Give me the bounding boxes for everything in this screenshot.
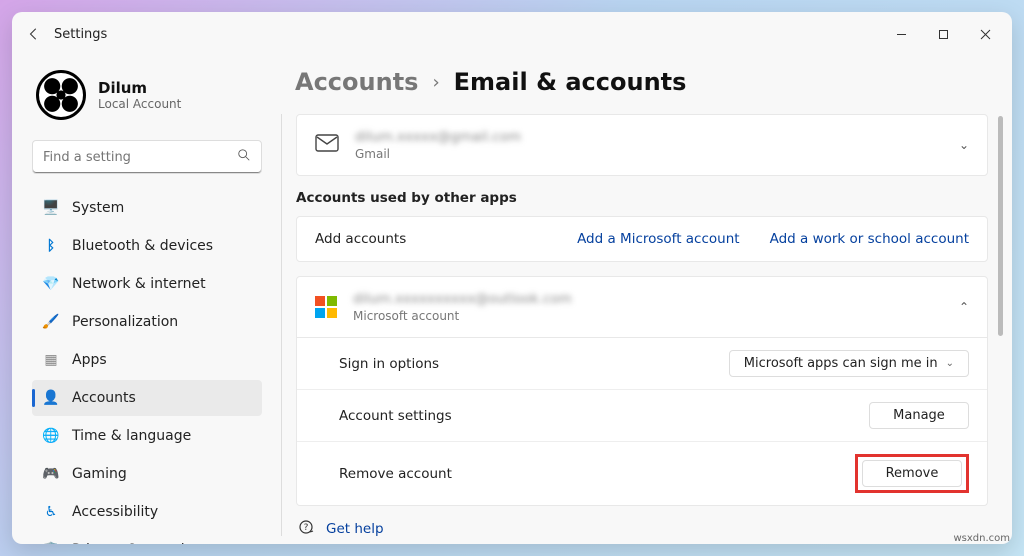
remove-button[interactable]: Remove [862,460,962,487]
sidebar-item-label: Accessibility [72,504,158,520]
main-panel: Accounts › Email & accounts dilum.xxxxx@… [270,56,1004,536]
microsoft-account-detail: Sign in options Microsoft apps can sign … [296,338,988,506]
scrollbar-thumb[interactable] [998,116,1003,336]
search-icon [237,148,251,166]
chevron-down-icon: ⌄ [959,138,969,152]
gmail-email: dilum.xxxxx@gmail.com [355,129,943,145]
sidebar-item-label: Time & language [72,428,191,444]
sidebar-item-accessibility[interactable]: ♿ Accessibility [32,494,262,530]
sidebar-item-gaming[interactable]: 🎮 Gaming [32,456,262,492]
mail-icon [315,134,339,156]
nav: 🖥️ System ᛒ Bluetooth & devices 💎 Network &… [32,190,262,544]
sidebar: Dilum Local Account 🖥️ System ᛒ Bluetooth … [20,56,270,536]
sidebar-item-apps[interactable]: ▦ Apps [32,342,262,378]
gaming-icon: 🎮 [42,466,60,482]
network-icon: 💎 [42,276,60,292]
sidebar-item-time[interactable]: 🌐 Time & language [32,418,262,454]
get-help-row[interactable]: ? Get help [296,506,988,536]
sidebar-item-privacy[interactable]: 🛡️ Privacy & security [32,532,262,544]
chevron-up-icon: ⌃ [959,300,969,314]
signin-options-row: Sign in options Microsoft apps can sign … [297,338,987,389]
sidebar-item-bluetooth[interactable]: ᛒ Bluetooth & devices [32,228,262,264]
chevron-down-icon: ⌄ [946,358,954,369]
system-icon: 🖥️ [42,200,60,216]
section-title: Accounts used by other apps [296,190,988,206]
remove-label: Remove account [339,466,855,482]
sidebar-item-label: Bluetooth & devices [72,238,213,254]
add-accounts-row: Add accounts Add a Microsoft account Add… [296,216,988,262]
signin-value: Microsoft apps can sign me in [744,356,938,371]
breadcrumb: Accounts › Email & accounts [295,60,988,114]
sidebar-item-label: Network & internet [72,276,206,292]
get-help-link[interactable]: Get help [326,521,384,536]
minimize-button[interactable] [880,18,922,50]
page-title: Email & accounts [454,68,687,96]
close-button[interactable] [964,18,1006,50]
sidebar-item-label: Privacy & security [72,542,198,544]
manage-button[interactable]: Manage [869,402,969,429]
add-microsoft-link[interactable]: Add a Microsoft account [577,231,740,247]
accessibility-icon: ♿ [42,504,60,520]
microsoft-account-row[interactable]: dilum.xxxxxxxxxx@outlook.com Microsoft a… [296,276,988,338]
gmail-account-row[interactable]: dilum.xxxxx@gmail.com Gmail ⌄ [296,114,988,176]
user-name: Dilum [98,79,181,97]
apps-icon: ▦ [42,352,60,368]
titlebar: Settings [12,12,1012,56]
chevron-right-icon: › [432,72,439,93]
gmail-provider: Gmail [355,147,943,161]
sidebar-item-personalization[interactable]: 🖌️ Personalization [32,304,262,340]
search-input[interactable] [43,150,237,165]
add-accounts-label: Add accounts [315,231,561,247]
sidebar-item-label: Personalization [72,314,178,330]
remove-account-row: Remove account Remove [297,441,987,505]
search-box[interactable] [32,140,262,174]
avatar [36,70,86,120]
user-block[interactable]: Dilum Local Account [32,64,262,136]
add-work-school-link[interactable]: Add a work or school account [770,231,969,247]
sidebar-item-label: Apps [72,352,107,368]
watermark: wsxdn.com [953,533,1010,544]
signin-dropdown[interactable]: Microsoft apps can sign me in ⌄ [729,350,969,377]
brush-icon: 🖌️ [42,314,60,330]
sidebar-item-accounts[interactable]: 👤 Accounts [32,380,262,416]
ms-provider: Microsoft account [353,309,943,323]
bluetooth-icon: ᛒ [42,238,60,254]
user-sub: Local Account [98,97,181,111]
sidebar-item-label: Gaming [72,466,127,482]
breadcrumb-parent[interactable]: Accounts [295,68,418,96]
sidebar-item-label: System [72,200,124,216]
ms-email: dilum.xxxxxxxxxx@outlook.com [353,291,943,307]
account-settings-label: Account settings [339,408,869,424]
signin-label: Sign in options [339,356,729,372]
maximize-button[interactable] [922,18,964,50]
sidebar-item-network[interactable]: 💎 Network & internet [32,266,262,302]
settings-window: Settings Dilum Local Account [12,12,1012,544]
privacy-icon: 🛡️ [42,542,60,544]
account-settings-row: Account settings Manage [297,389,987,441]
back-button[interactable] [18,18,50,50]
help-icon: ? [298,518,316,536]
sidebar-item-label: Accounts [72,390,136,406]
sidebar-item-system[interactable]: 🖥️ System [32,190,262,226]
svg-text:?: ? [304,523,309,533]
remove-highlight: Remove [855,454,969,493]
time-icon: 🌐 [42,428,60,444]
microsoft-logo-icon [315,296,337,318]
accounts-icon: 👤 [42,390,60,406]
window-title: Settings [54,27,107,42]
